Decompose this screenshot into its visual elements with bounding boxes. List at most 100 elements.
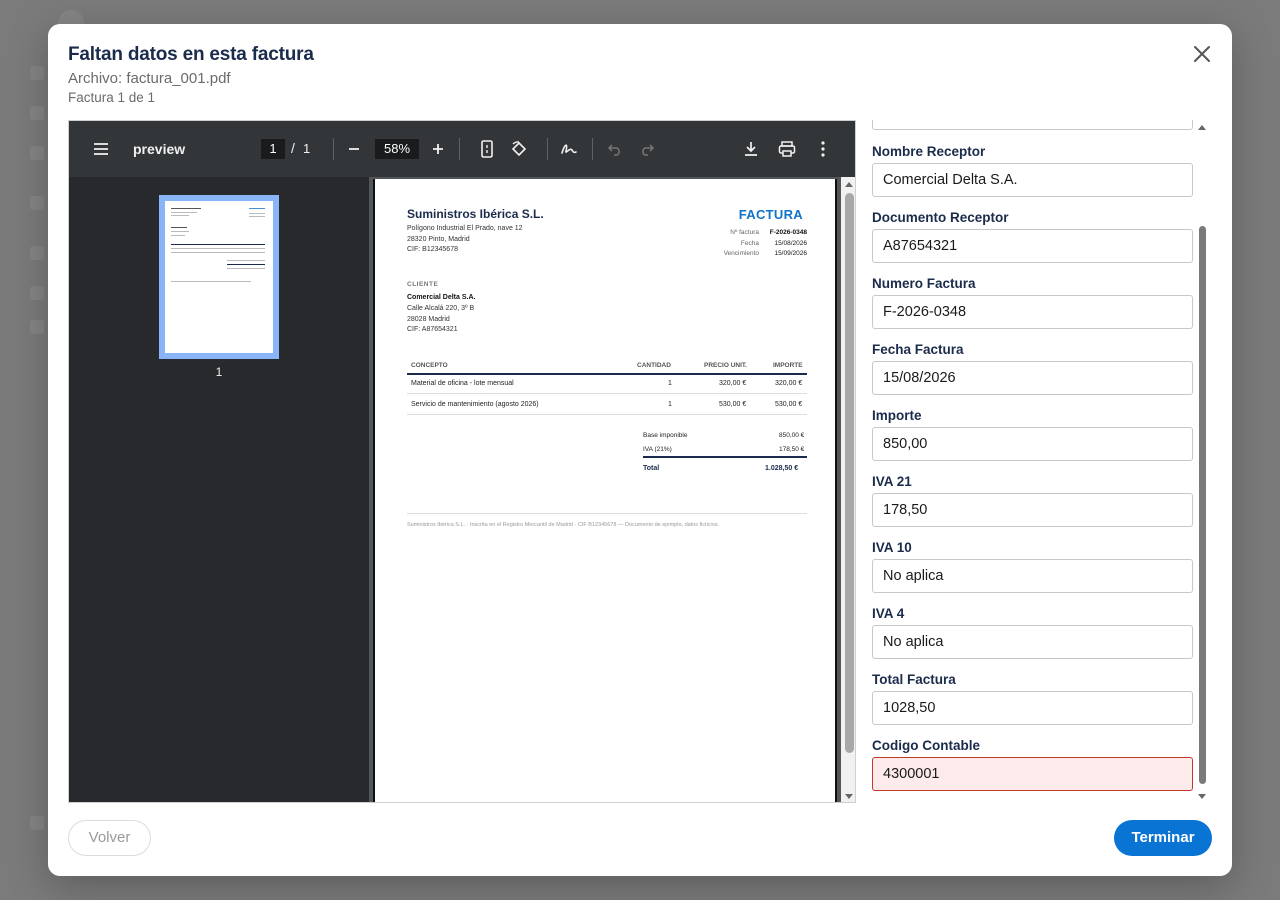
more-options-button[interactable] [811,137,835,161]
missing-data-dialog: Faltan datos en esta factura Archivo: fa… [48,24,1232,876]
field-label: Numero Factura [872,276,976,291]
field-label: Documento Receptor [872,210,1009,225]
scroll-up-icon [845,182,853,187]
row-concepto: Servicio de mantenimiento (agosto 2026) [411,401,539,408]
undo-button[interactable] [603,137,627,161]
totals-value: 178,50 € [779,446,805,453]
draw-icon [561,144,577,154]
document-scroll-thumb[interactable] [845,193,854,753]
sidebar-icon [30,286,44,300]
column-header: CONCEPTO [411,362,448,369]
invoice-client-city: 28028 Madrid [407,316,450,323]
menu-icon [94,143,108,155]
annotate-button[interactable] [557,137,581,161]
print-icon [778,141,796,157]
sidebar-icon [30,246,44,260]
numero-factura-input[interactable]: F-2026-0348 [872,295,1193,329]
zoom-input[interactable]: 58% [375,139,419,159]
fecha-factura-input[interactable]: 15/08/2026 [872,361,1193,395]
page-total: 1 [303,141,311,156]
redo-button[interactable] [635,137,659,161]
document-scrollbar[interactable] [841,177,855,802]
invoice-data-form: Nombre Receptor Comercial Delta S.A. Doc… [872,120,1194,803]
page-thumbnail[interactable] [159,195,279,359]
close-button[interactable] [1190,42,1214,66]
invoice-client-name: Comercial Delta S.A. [407,294,476,301]
download-icon [745,142,757,156]
invoice-meta-label: Vencimiento [723,250,759,257]
column-header: CANTIDAD [637,362,671,369]
table-header-rule [407,373,807,375]
rotate-button[interactable] [507,137,531,161]
sidebar-icon [30,196,44,210]
totals-rule [643,456,807,458]
invoice-company-name: Suministros Ibérica S.L. [407,207,544,221]
menu-button[interactable] [89,137,113,161]
totals-label: IVA (21%) [643,446,672,453]
thumbnail-pane: 1 [69,177,369,802]
invoice-page: Suministros Ibérica S.L. Polígono Indust… [373,179,837,802]
page-number-input[interactable]: 1 [261,139,285,159]
sidebar-icon [30,106,44,120]
totals-value: 850,00 € [779,432,805,439]
invoice-client-heading: CLIENTE [407,281,439,288]
minus-icon [349,148,359,150]
invoice-company-address: Polígono Industrial El Prado, nave 12 [407,225,523,232]
form-scroll-thumb[interactable] [1199,226,1206,784]
invoice-company-cif: CIF: B12345678 [407,246,458,253]
print-button[interactable] [775,137,799,161]
totals-label: Base imponible [643,432,688,439]
close-icon [1194,46,1210,62]
sidebar-icon [30,146,44,160]
row-precio: 530,00 € [719,401,747,408]
field-label: IVA 21 [872,474,912,489]
scroll-down-icon [1198,794,1206,799]
thumbnail-page [165,201,273,353]
documento-receptor-input[interactable]: A87654321 [872,229,1193,263]
invoice-meta-value: 15/09/2026 [774,250,807,257]
finish-button[interactable]: Terminar [1114,820,1212,856]
form-scrollbar[interactable] [1196,120,1208,803]
invoice-meta-value: 15/08/2026 [774,240,807,247]
document-area: Suministros Ibérica S.L. Polígono Indust… [369,177,855,802]
nombre-receptor-input[interactable]: Comercial Delta S.A. [872,163,1193,197]
invoice-company-city: 28320 Pinto, Madrid [407,236,470,243]
iva-10-input[interactable]: No aplica [872,559,1193,593]
pdf-viewer: preview 1 / 1 58% 1 Suministros Ibérica … [68,120,856,803]
codigo-contable-input[interactable]: 4300001 [872,757,1193,791]
totals-label: Total [643,465,660,472]
invoice-heading: FACTURA [738,207,803,222]
zoom-in-button[interactable] [426,137,450,161]
invoice-footer: Suministros Ibérica S.L. · Inscrita en e… [407,522,720,528]
field-label: Codigo Contable [872,738,980,753]
importe-input[interactable]: 850,00 [872,427,1193,461]
fit-page-button[interactable] [475,137,499,161]
download-button[interactable] [739,137,763,161]
row-divider [407,414,807,415]
pdf-title: preview [133,141,186,157]
scroll-down-icon [845,794,853,799]
more-vertical-icon [821,141,825,157]
pdf-toolbar: preview 1 / 1 58% [69,121,855,177]
row-importe: 320,00 € [775,380,803,387]
thumbnail-page-number: 1 [215,365,223,379]
row-cantidad: 1 [668,401,672,408]
toolbar-divider [459,138,460,160]
back-button[interactable]: Volver [68,820,151,856]
page-separator: / [291,140,295,156]
sidebar-icon [30,816,44,830]
invoice-meta-value: F-2026-0348 [769,229,807,236]
plus-icon [433,144,443,154]
previous-field-input[interactable] [872,120,1193,130]
scroll-up-icon [1198,125,1206,130]
iva-21-input[interactable]: 178,50 [872,493,1193,527]
zoom-out-button[interactable] [342,137,366,161]
iva-4-input[interactable]: No aplica [872,625,1193,659]
row-precio: 320,00 € [719,380,747,387]
total-factura-input[interactable]: 1028,50 [872,691,1193,725]
row-concepto: Material de oficina - lote mensual [411,380,514,387]
column-header: PRECIO UNIT. [704,362,747,369]
field-label: Importe [872,408,922,423]
field-label: Total Factura [872,672,956,687]
rotate-icon [511,141,527,157]
